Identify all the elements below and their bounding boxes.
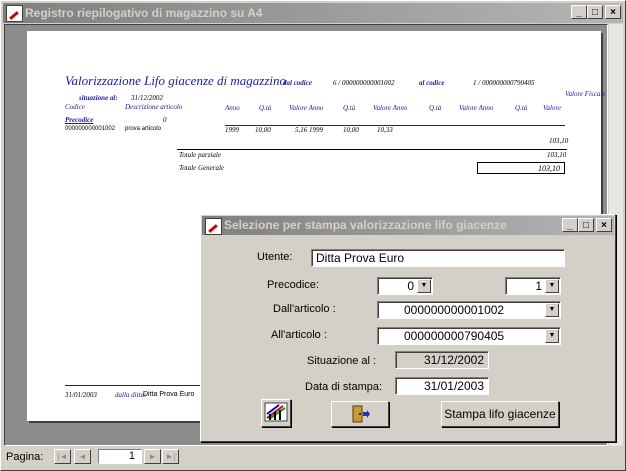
col-descrizione: Descrizione articolo bbox=[125, 103, 183, 111]
selection-dialog: Selezione per stampa valorizzazione lifo… bbox=[200, 214, 616, 442]
maximize-button[interactable]: □ bbox=[587, 5, 603, 19]
main-titlebar[interactable]: Registro riepilogativo di magazzino su A… bbox=[3, 3, 623, 23]
dialog-minimize-button[interactable]: _ bbox=[562, 218, 578, 232]
col-qta-4: Q.tà bbox=[515, 104, 528, 112]
chevron-down-icon[interactable]: ▼ bbox=[545, 303, 559, 317]
dialog-titlebar[interactable]: Selezione per stampa valorizzazione lifo… bbox=[202, 216, 614, 235]
dialog-title: Selezione per stampa valorizzazione lifo… bbox=[224, 218, 507, 232]
chevron-down-icon[interactable]: ▼ bbox=[545, 279, 559, 293]
header-rule bbox=[225, 125, 565, 126]
last-page-button[interactable]: ►| bbox=[162, 449, 179, 464]
row-valore: 5,16 1999 bbox=[295, 126, 323, 134]
dal-codice-value: 6 / 000000000001002 bbox=[333, 79, 395, 87]
col-valore: Valore bbox=[543, 104, 562, 112]
app-icon[interactable] bbox=[205, 218, 222, 235]
row-qta: 10,00 bbox=[255, 126, 271, 134]
col-valore-anno-2: Valore Anno bbox=[373, 104, 408, 112]
first-page-button[interactable]: |◄ bbox=[54, 449, 71, 464]
row-desc: prova articolo bbox=[125, 126, 162, 132]
al-codice-label: al codice bbox=[419, 79, 445, 87]
pagina-label: Pagina: bbox=[6, 451, 44, 463]
report-heading: Valorizzazione Lifo giacenze di magazzin… bbox=[65, 73, 287, 88]
chart-icon bbox=[264, 402, 288, 422]
footer-ditta-value: Ditta Prova Euro bbox=[143, 391, 195, 398]
col-qta-1: Q.tà bbox=[259, 104, 272, 112]
totale-parziale-label: Totale parziale bbox=[179, 151, 221, 159]
minimize-button[interactable]: _ bbox=[571, 5, 587, 19]
col-qta-2: Q.tà bbox=[343, 104, 356, 112]
all-articolo-label: All'articolo : bbox=[271, 329, 327, 341]
subtotal-rule bbox=[177, 149, 567, 150]
situazione-field[interactable]: 31/12/2002 bbox=[395, 351, 489, 369]
dall-articolo-select[interactable]: 000000000001002 ▼ bbox=[377, 301, 561, 319]
col-qta-3: Q.tà bbox=[429, 104, 442, 112]
precodice-from-select[interactable]: 0 ▼ bbox=[377, 277, 433, 295]
precodice-value: 0 bbox=[163, 116, 167, 124]
chart-button[interactable] bbox=[261, 399, 291, 427]
data-stampa-label: Data di stampa: bbox=[305, 381, 383, 393]
situazione-label: situazione al: bbox=[79, 94, 118, 102]
col-anno-1: Anno bbox=[225, 104, 240, 112]
stampa-lifo-giacenze-button[interactable]: Stampa lifo giacenze bbox=[441, 401, 559, 427]
dal-codice-label: dal codice bbox=[283, 79, 312, 87]
totale-generale-value: 103,10 bbox=[538, 164, 560, 173]
col-valore-anno-3: Valore Anno bbox=[459, 104, 494, 112]
footer-date: 31/01/2003 bbox=[65, 391, 97, 399]
totale-parziale-value: 103,10 bbox=[547, 151, 567, 159]
all-articolo-select[interactable]: 000000000790405 ▼ bbox=[377, 327, 561, 345]
data-stampa-field[interactable]: 31/01/2003 bbox=[395, 377, 489, 395]
al-codice-value: 1 / 000000000790405 bbox=[473, 79, 535, 87]
close-button[interactable]: × bbox=[605, 5, 621, 19]
footer-ditta-label: dalla ditta: bbox=[115, 391, 147, 399]
situazione-value: 31/12/2002 bbox=[131, 94, 163, 102]
dialog-close-button[interactable]: × bbox=[596, 218, 612, 232]
exit-button[interactable] bbox=[331, 401, 389, 427]
row-qta-2: 10,00 bbox=[343, 126, 359, 134]
dall-articolo-label: Dall'articolo : bbox=[273, 303, 336, 315]
row-valore-2: 10,33 bbox=[377, 126, 393, 134]
window-title: Registro riepilogativo di magazzino su A… bbox=[25, 6, 263, 20]
totale-generale-box: 103,10 bbox=[477, 162, 565, 174]
row-code: 000000000001002 bbox=[65, 126, 116, 132]
utente-label: Utente: bbox=[257, 251, 293, 263]
dialog-maximize-button[interactable]: □ bbox=[578, 218, 594, 232]
precodice-label: Precodice: bbox=[267, 279, 319, 291]
chevron-down-icon[interactable]: ▼ bbox=[545, 329, 559, 343]
situazione-label: Situazione al : bbox=[307, 355, 377, 367]
prev-page-button[interactable]: ◄ bbox=[74, 449, 91, 464]
app-icon[interactable] bbox=[6, 5, 23, 22]
exit-door-icon bbox=[352, 405, 370, 423]
utente-field[interactable]: Ditta Prova Euro bbox=[311, 249, 565, 267]
next-page-button[interactable]: ► bbox=[144, 449, 161, 464]
col-codice: Codice bbox=[65, 103, 85, 111]
totale-generale-label: Totale Generale bbox=[179, 164, 225, 172]
row-total: 103,10 bbox=[549, 137, 569, 145]
page-number-field[interactable]: 1 bbox=[98, 449, 142, 464]
row-anno: 1999 bbox=[225, 126, 239, 134]
col-valore-anno-1: Valore Anno bbox=[289, 104, 324, 112]
precodice-label: Precodice bbox=[65, 116, 94, 124]
status-bar: Pagina: |◄ ◄ 1 ► ►| bbox=[2, 447, 622, 467]
valore-fiscale-header: Valore Fiscale bbox=[565, 90, 606, 98]
chevron-down-icon[interactable]: ▼ bbox=[417, 279, 431, 293]
precodice-to-select[interactable]: 1 ▼ bbox=[505, 277, 561, 295]
